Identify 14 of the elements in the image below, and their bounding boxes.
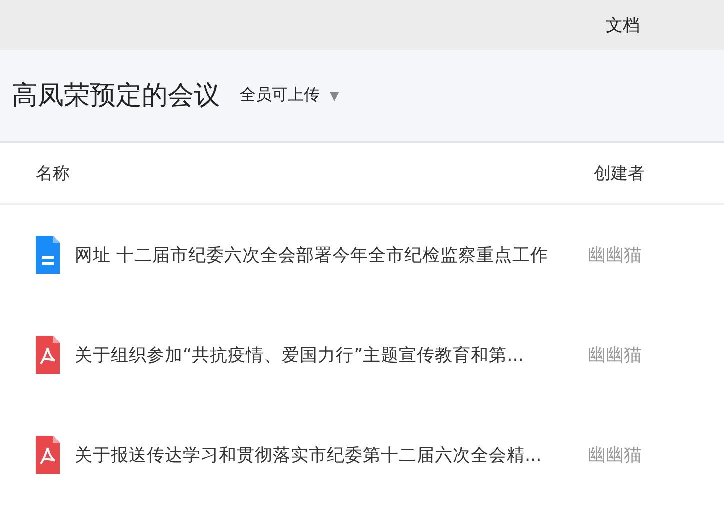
permission-dropdown[interactable]: 全员可上传 ▼ <box>240 85 340 106</box>
documents-tab[interactable]: 文档 <box>606 14 640 36</box>
file-name[interactable]: 网址 十二届市纪委六次全会部署今年全市纪检监察重点工作 <box>75 243 581 267</box>
file-name[interactable]: 关于组织参加“共抗疫情、爱国力行”主题宣传教育和第... <box>75 343 581 367</box>
pdf-icon <box>36 436 60 474</box>
column-header: 名称 <box>36 162 70 184</box>
pdf-icon <box>36 336 60 374</box>
meeting-title: 高凤荣预定的会议 <box>12 80 220 113</box>
creator-name: 幽幽猫 <box>588 344 642 367</box>
file-name[interactable]: 关于报送传达学习和贯彻落实市纪委第十二届六次全会精... <box>75 443 581 467</box>
creator-name: 幽幽猫 <box>588 444 642 467</box>
creator-name: 幽幽猫 <box>588 244 642 267</box>
document-icon <box>36 236 60 274</box>
column-header: 创建者 <box>594 162 646 184</box>
